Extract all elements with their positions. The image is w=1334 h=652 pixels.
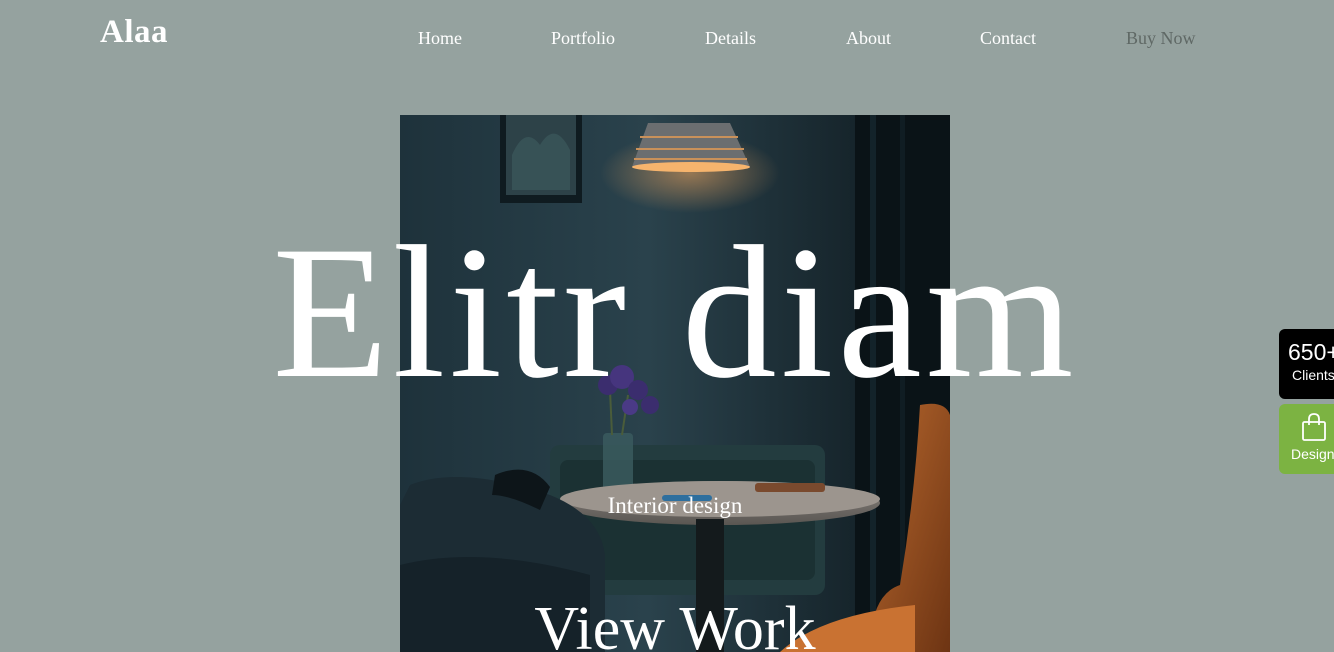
- nav-contact[interactable]: Contact: [980, 28, 1036, 49]
- nav-portfolio[interactable]: Portfolio: [551, 28, 615, 49]
- clients-count: 650+: [1288, 339, 1334, 365]
- nav-home[interactable]: Home: [418, 28, 462, 49]
- hero-subtitle: Interior design: [607, 493, 743, 518]
- view-work-button[interactable]: View Work: [0, 598, 1334, 652]
- shopping-bag-icon: [1301, 413, 1327, 446]
- main-nav: Home Portfolio Details About Contact Buy…: [0, 28, 1334, 50]
- design-badge[interactable]: Design: [1279, 404, 1334, 474]
- nav-details[interactable]: Details: [705, 28, 756, 49]
- hero-title: Elitr diam: [272, 208, 1078, 418]
- nav-buy-now[interactable]: Buy Now: [1126, 28, 1196, 49]
- clients-label: Clients: [1292, 367, 1334, 383]
- design-label: Design: [1291, 446, 1334, 462]
- nav-about[interactable]: About: [846, 28, 891, 49]
- clients-badge[interactable]: 650+ Clients: [1279, 329, 1334, 399]
